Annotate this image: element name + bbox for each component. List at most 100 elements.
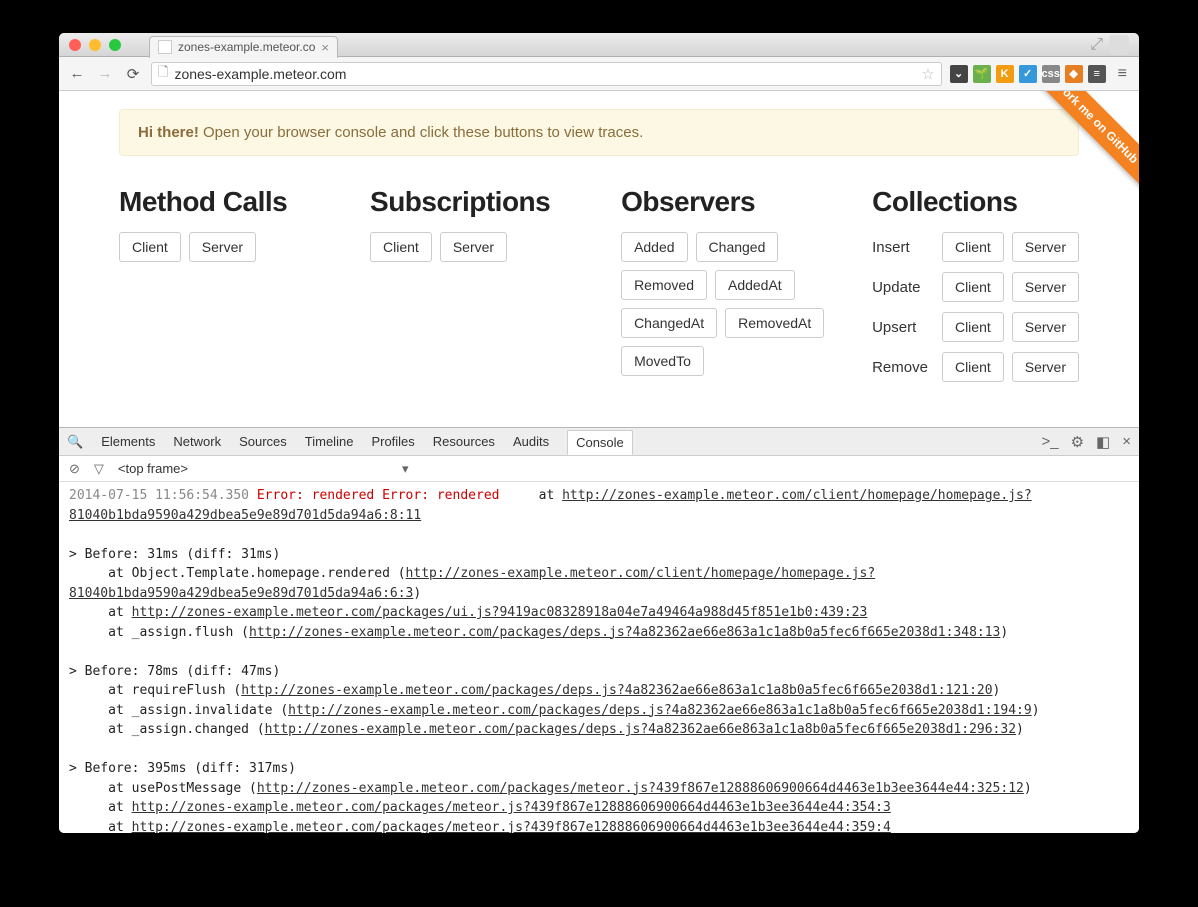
clear-console-icon[interactable]: ⊘ [69,461,80,477]
console-text: > Before: 395ms (diff: 317ms) [69,761,296,776]
favicon [158,40,172,54]
console-text: ) [1032,703,1040,718]
buffer-extension-icon[interactable]: ≡ [1088,65,1106,83]
stack-link[interactable]: http://zones-example.meteor.com/packages… [132,800,891,815]
observer-removed-button[interactable]: Removed [621,270,707,300]
stack-link[interactable]: http://zones-example.meteor.com/packages… [241,683,992,698]
devtools-tab-network[interactable]: Network [173,434,221,449]
subscription-server-button[interactable]: Server [440,232,507,262]
filter-icon[interactable]: ▽ [94,461,104,477]
close-tab-icon[interactable]: × [321,40,329,55]
observer-movedto-button[interactable]: MovedTo [621,346,704,376]
console-text: 2014-07-15 11:56:54.350 [69,488,257,503]
settings-icon[interactable]: ⚙ [1071,433,1084,451]
console-text: ) [993,683,1001,698]
close-devtools-icon[interactable]: × [1122,433,1131,451]
observer-addedat-button[interactable]: AddedAt [715,270,795,300]
console-text: at [499,488,562,503]
devtools-tabs: 🔍 Elements Network Sources Timeline Profiles… [59,428,1139,456]
dock-icon[interactable]: ◧ [1096,433,1110,451]
stack-link[interactable]: http://zones-example.meteor.com/packages… [257,781,1024,796]
observer-added-button[interactable]: Added [621,232,687,262]
back-button[interactable]: ← [67,64,87,84]
insert-client-button[interactable]: Client [942,232,1004,262]
update-client-button[interactable]: Client [942,272,1004,302]
console-text: at _assign.flush ( [69,625,249,640]
bookmark-star-icon[interactable]: ☆ [921,65,934,83]
console-text: at _assign.invalidate ( [69,703,288,718]
chevron-down-icon[interactable]: ▾ [402,461,409,477]
observer-changedat-button[interactable]: ChangedAt [621,308,717,338]
menu-button[interactable]: ≡ [1114,65,1131,83]
stack-link[interactable]: http://zones-example.meteor.com/packages… [265,722,1016,737]
extension-icon[interactable]: 🌱 [973,65,991,83]
css-extension-icon[interactable]: css [1042,65,1060,83]
observer-changed-button[interactable]: Changed [696,232,779,262]
devtools-tab-audits[interactable]: Audits [513,434,549,449]
stack-link[interactable]: http://zones-example.meteor.com/packages… [132,605,868,620]
alert-bold: Hi there! [138,124,199,141]
collection-op-label: Insert [872,239,934,256]
devtools-tab-sources[interactable]: Sources [239,434,287,449]
search-icon[interactable]: 🔍 [67,434,83,450]
devtools-panel: 🔍 Elements Network Sources Timeline Profiles… [59,427,1139,833]
console-text: ) [1016,722,1024,737]
method-client-button[interactable]: Client [119,232,181,262]
kadira-extension-icon[interactable]: K [996,65,1014,83]
stack-link[interactable]: http://zones-example.meteor.com/packages… [132,820,891,834]
profile-avatar[interactable] [1109,35,1129,55]
console-text: at usePostMessage ( [69,781,257,796]
browser-tab[interactable]: zones-example.meteor.co × [149,36,338,58]
observers-heading: Observers [621,186,832,218]
page-icon: 🗋 [158,63,168,85]
collections-heading: Collections [872,186,1079,218]
console-drawer-icon[interactable]: >_ [1041,433,1058,451]
forward-button[interactable]: → [95,64,115,84]
subscriptions-heading: Subscriptions [370,186,581,218]
upsert-client-button[interactable]: Client [942,312,1004,342]
remove-server-button[interactable]: Server [1012,352,1079,382]
stack-link[interactable]: http://zones-example.meteor.com/packages… [249,625,1000,640]
window-titlebar: zones-example.meteor.co × ⤢ [59,33,1139,57]
collection-op-label: Remove [872,359,934,376]
close-window-button[interactable] [69,39,81,51]
devtools-tab-elements[interactable]: Elements [101,434,155,449]
reload-button[interactable]: ⟳ [123,64,143,84]
console-toolbar: ⊘ ▽ <top frame> ▾ [59,456,1139,482]
remove-client-button[interactable]: Client [942,352,1004,382]
address-bar: ← → ⟳ 🗋 zones-example.meteor.com ☆ ⌄ 🌱 K… [59,57,1139,91]
pocket-extension-icon[interactable]: ⌄ [950,65,968,83]
update-server-button[interactable]: Server [1012,272,1079,302]
subscription-client-button[interactable]: Client [370,232,432,262]
console-text: at [69,605,132,620]
console-text: at Object.Template.homepage.rendered ( [69,566,406,581]
extension-icon[interactable]: ◆ [1065,65,1083,83]
console-output[interactable]: 2014-07-15 11:56:54.350 Error: rendered … [59,482,1139,833]
omnibox[interactable]: 🗋 zones-example.meteor.com ☆ [151,62,942,86]
alert-box: Hi there! Open your browser console and … [119,109,1079,156]
method-server-button[interactable]: Server [189,232,256,262]
console-text: > Before: 31ms (diff: 31ms) [69,547,280,562]
extension-icon[interactable]: ✓ [1019,65,1037,83]
console-text: ) [1024,781,1032,796]
console-text: Error: rendered Error: rendered [257,488,500,503]
fullscreen-icon[interactable]: ⤢ [1090,36,1103,54]
upsert-server-button[interactable]: Server [1012,312,1079,342]
devtools-tab-console[interactable]: Console [567,430,633,455]
url-text: zones-example.meteor.com [174,66,346,82]
maximize-window-button[interactable] [109,39,121,51]
devtools-tab-resources[interactable]: Resources [433,434,495,449]
tab-title: zones-example.meteor.co [178,40,315,54]
devtools-tab-timeline[interactable]: Timeline [305,434,354,449]
page-viewport: Fork me on GitHub Hi there! Open your br… [59,91,1139,427]
stack-link[interactable]: http://zones-example.meteor.com/packages… [288,703,1032,718]
devtools-tab-profiles[interactable]: Profiles [371,434,414,449]
minimize-window-button[interactable] [89,39,101,51]
console-text: ) [1000,625,1008,640]
insert-server-button[interactable]: Server [1012,232,1079,262]
observer-removedat-button[interactable]: RemovedAt [725,308,824,338]
frame-selector[interactable]: <top frame> [118,461,188,476]
console-text: at requireFlush ( [69,683,241,698]
extensions: ⌄ 🌱 K ✓ css ◆ ≡ [950,65,1106,83]
method-calls-heading: Method Calls [119,186,330,218]
